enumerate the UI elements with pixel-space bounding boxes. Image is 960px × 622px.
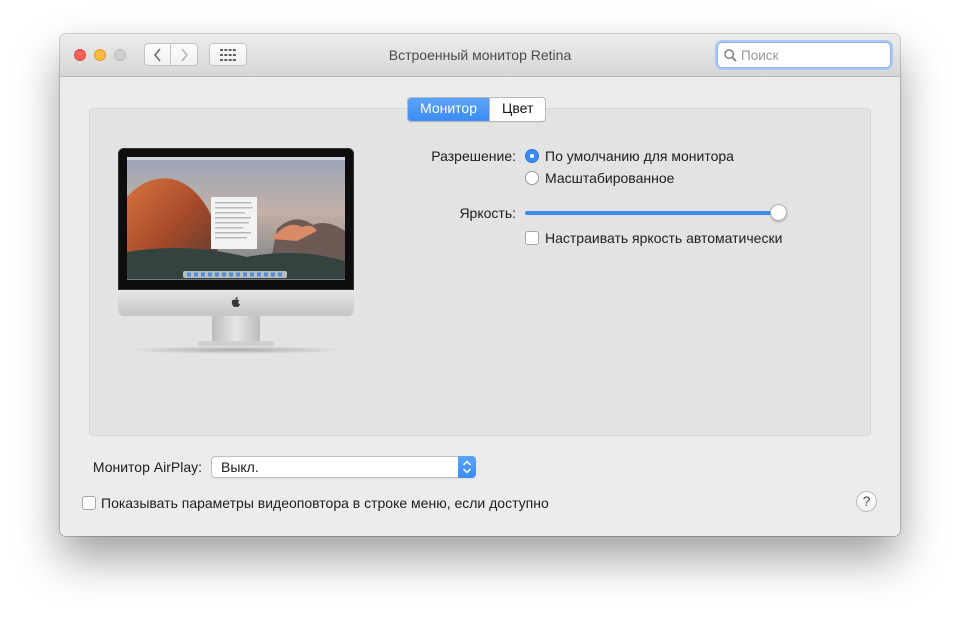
window-title: Встроенный монитор Retina: [388, 47, 572, 63]
imac-stand: [212, 316, 260, 342]
resolution-label: Разрешение:: [431, 148, 516, 164]
search-input[interactable]: [741, 47, 881, 63]
resolution-default-radio[interactable]: [525, 149, 539, 163]
el-capitan-wallpaper-image: [127, 157, 345, 280]
airplay-label: Монитор AirPlay:: [92, 459, 202, 475]
imac-screen-frame: [118, 148, 354, 290]
close-button[interactable]: [74, 49, 86, 61]
zoom-button[interactable]: [114, 49, 126, 61]
imac-illustration: [118, 148, 354, 354]
title-bar: Встроенный монитор Retina: [60, 34, 900, 77]
tab-monitor[interactable]: Монитор: [408, 98, 489, 121]
brightness-slider-knob[interactable]: [770, 204, 787, 221]
back-button[interactable]: [144, 43, 171, 66]
imac-display: [127, 157, 345, 280]
auto-brightness-checkbox[interactable]: [525, 231, 539, 245]
minimize-button[interactable]: [94, 49, 106, 61]
auto-brightness-label[interactable]: Настраивать яркость автоматически: [545, 230, 782, 246]
imac-chin: [118, 290, 354, 316]
apple-logo-icon: [231, 296, 240, 307]
brightness-slider-track[interactable]: [525, 211, 780, 215]
airplay-select-value: Выкл.: [221, 459, 259, 475]
resolution-default-label[interactable]: По умолчанию для монитора: [545, 148, 734, 164]
chevron-left-icon: [153, 47, 161, 62]
airplay-select[interactable]: Выкл.: [211, 456, 476, 478]
preferences-window: Встроенный монитор Retina Монитор Цвет: [60, 34, 900, 536]
show-mirroring-checkbox[interactable]: [82, 496, 96, 510]
forward-button[interactable]: [171, 43, 198, 66]
resolution-scaled-label[interactable]: Масштабированное: [545, 170, 674, 186]
search-icon: [724, 48, 737, 62]
tab-color[interactable]: Цвет: [488, 98, 545, 121]
chevron-right-icon: [181, 47, 189, 62]
resolution-scaled-radio[interactable]: [525, 171, 539, 185]
brightness-label: Яркость:: [459, 205, 516, 221]
show-all-button[interactable]: [209, 43, 247, 66]
help-button[interactable]: ?: [856, 491, 877, 512]
tab-bar: Монитор Цвет: [407, 97, 547, 122]
show-mirroring-label[interactable]: Показывать параметры видеоповтора в стро…: [101, 495, 549, 511]
search-field[interactable]: [717, 42, 891, 68]
grid-icon: [220, 48, 236, 61]
imac-shadow: [124, 346, 348, 354]
select-arrows-icon: [458, 456, 476, 478]
